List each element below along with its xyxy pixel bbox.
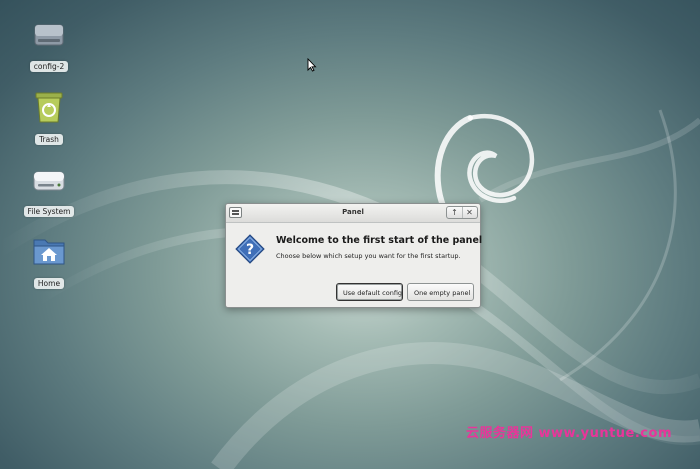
dialog-body: ? Welcome to the first start of the pane… xyxy=(226,223,483,309)
window-controls: ↑ ✕ xyxy=(446,206,478,219)
maximize-button[interactable]: ↑ xyxy=(447,207,463,218)
desktop-icon-label: config-2 xyxy=(29,61,69,72)
desktop-icon-file-system[interactable]: File System xyxy=(19,162,79,218)
desktop-icon-config-2[interactable]: config-2 xyxy=(19,17,79,73)
arrow-up-icon: ↑ xyxy=(451,208,458,217)
dialog-title: Panel xyxy=(342,208,364,216)
use-default-config-button[interactable]: Use default config xyxy=(336,283,403,301)
drive-icon xyxy=(34,24,64,46)
desktop-icon-label: Trash xyxy=(35,134,63,145)
trash-icon xyxy=(35,92,63,123)
dialog-titlebar[interactable]: Panel ↑ ✕ xyxy=(226,204,480,223)
desktop: config-2 Trash File System Home Panel ↑ … xyxy=(0,0,700,469)
watermark: 云服务器网 www.yuntue.com xyxy=(465,426,672,441)
dialog-heading: Welcome to the first start of the panel xyxy=(276,235,483,246)
drive-icon xyxy=(33,171,65,191)
panel-welcome-dialog: Panel ↑ ✕ ? Welcome to the first start o… xyxy=(225,203,483,309)
mouse-cursor-icon xyxy=(307,58,317,72)
desktop-icon-trash[interactable]: Trash xyxy=(19,90,79,146)
close-icon: ✕ xyxy=(466,208,473,217)
desktop-icon-label: Home xyxy=(33,278,65,289)
one-empty-panel-button[interactable]: One empty panel xyxy=(407,283,474,301)
desktop-icon-home[interactable]: Home xyxy=(19,234,79,290)
question-icon: ? xyxy=(235,234,265,264)
svg-text:?: ? xyxy=(246,242,254,258)
close-button[interactable]: ✕ xyxy=(462,207,477,218)
desktop-icon-label: File System xyxy=(23,206,75,217)
home-folder-icon xyxy=(33,239,65,265)
dialog-message: Choose below which setup you want for th… xyxy=(276,252,461,260)
